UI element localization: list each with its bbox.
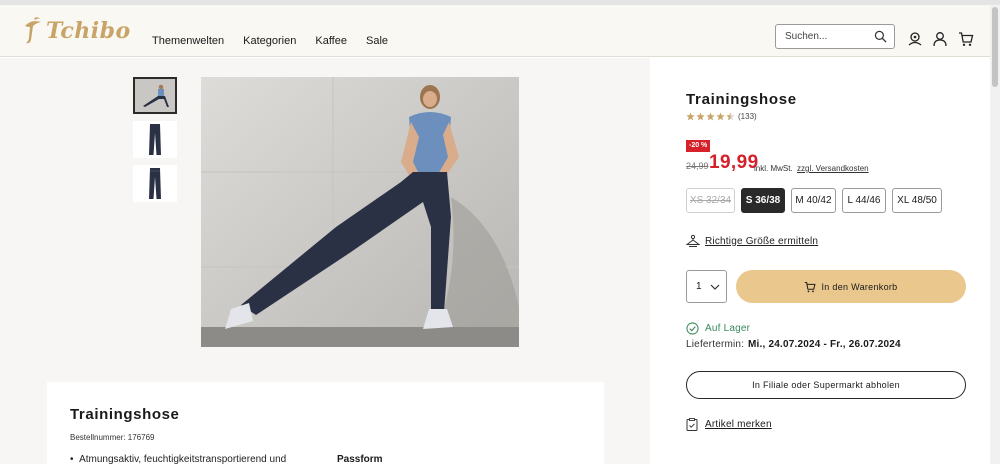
gallery-thumbnail-model[interactable] xyxy=(133,77,177,114)
cart-icon xyxy=(805,281,817,292)
add-to-cart-label: In den Warenkorb xyxy=(821,281,898,292)
shipping-costs-link[interactable]: zzgl. Versandkosten xyxy=(797,164,869,173)
coffee-bean-logo-icon xyxy=(25,17,41,44)
size-option-xs[interactable]: XS 32/34 xyxy=(686,188,735,213)
discount-badge: -20 % xyxy=(686,140,711,152)
main-nav: Themenwelten Kategorien Kaffee Sale xyxy=(152,35,407,47)
tchibo-logo[interactable]: Tchibo xyxy=(22,14,131,48)
scrollbar-thumb[interactable] xyxy=(992,7,998,87)
gallery-thumbnail-front[interactable] xyxy=(133,121,177,158)
model-photo xyxy=(201,77,519,347)
nav-item-sale[interactable]: Sale xyxy=(366,35,388,47)
account-icon[interactable] xyxy=(932,31,948,47)
page-scrollbar[interactable] xyxy=(990,5,1000,464)
star-full-icon xyxy=(696,112,705,121)
passform-heading: Passform xyxy=(337,454,383,464)
order-number: Bestellnummer: 176769 xyxy=(70,433,155,442)
nav-item-themenwelten[interactable]: Themenwelten xyxy=(152,35,224,47)
stock-status: Auf Lager xyxy=(686,322,750,335)
feature-bullet-text: Atmungsaktiv, feuchtigkeitstransportiere… xyxy=(79,454,287,464)
star-full-icon xyxy=(686,112,695,121)
vat-note: inkl. MwSt. xyxy=(754,164,793,173)
search-box xyxy=(775,24,895,49)
chevron-down-icon xyxy=(710,284,720,290)
add-to-cart-button[interactable]: In den Warenkorb xyxy=(736,270,966,303)
wishlist-link[interactable]: Artikel merken xyxy=(686,418,772,431)
nav-item-kategorien[interactable]: Kategorien xyxy=(243,35,296,47)
clipboard-check-icon xyxy=(686,418,698,431)
stock-label: Auf Lager xyxy=(705,323,751,334)
cart-icon[interactable] xyxy=(958,31,974,47)
pants-back-thumbnail-image xyxy=(149,168,161,199)
old-price: 24,99 xyxy=(686,161,709,171)
store-pickup-button[interactable]: In Filiale oder Supermarkt abholen xyxy=(686,371,966,399)
search-input[interactable] xyxy=(776,25,872,48)
star-half-icon xyxy=(726,112,735,121)
size-option-xl[interactable]: XL 48/50 xyxy=(892,188,942,213)
star-full-icon xyxy=(716,112,725,121)
quantity-value: 1 xyxy=(696,281,702,292)
wishlist-label: Artikel merken xyxy=(705,419,772,430)
delivery-label: Liefertermin: xyxy=(686,339,745,350)
product-title: Trainingshose xyxy=(686,91,797,108)
hanger-icon xyxy=(686,234,700,247)
quantity-select[interactable]: 1 xyxy=(686,270,727,303)
check-circle-icon xyxy=(686,322,699,335)
star-full-icon xyxy=(706,112,715,121)
model-thumbnail-image xyxy=(135,79,175,112)
current-price: 19,99 xyxy=(709,152,759,173)
store-locator-icon[interactable] xyxy=(907,31,923,47)
size-option-l[interactable]: L 44/46 xyxy=(842,188,886,213)
gallery-thumbnail-back[interactable] xyxy=(133,165,177,202)
feature-bullet: • Atmungsaktiv, feuchtigkeitstransportie… xyxy=(70,454,287,464)
size-finder-label: Richtige Größe ermitteln xyxy=(705,235,819,247)
logo-wordmark: Tchibo xyxy=(46,18,131,44)
size-option-m[interactable]: M 40/42 xyxy=(791,188,836,213)
size-option-s[interactable]: S 36/38 xyxy=(741,188,785,213)
details-title: Trainingshose xyxy=(70,406,180,423)
product-main-image[interactable] xyxy=(201,77,519,347)
size-finder-link[interactable]: Richtige Größe ermitteln xyxy=(686,234,818,248)
rating-stars[interactable] xyxy=(686,112,735,121)
delivery-date: Mi., 24.07.2024 - Fr., 26.07.2024 xyxy=(748,339,901,350)
nav-item-kaffee[interactable]: Kaffee xyxy=(315,35,347,47)
site-header: Tchibo Themenwelten Kategorien Kaffee Sa… xyxy=(0,5,990,57)
pants-front-thumbnail-image xyxy=(149,124,161,155)
product-details-card: Trainingshose Bestellnummer: 176769 • At… xyxy=(47,382,604,464)
review-count[interactable]: (133) xyxy=(738,112,757,121)
search-icon[interactable] xyxy=(874,30,887,43)
